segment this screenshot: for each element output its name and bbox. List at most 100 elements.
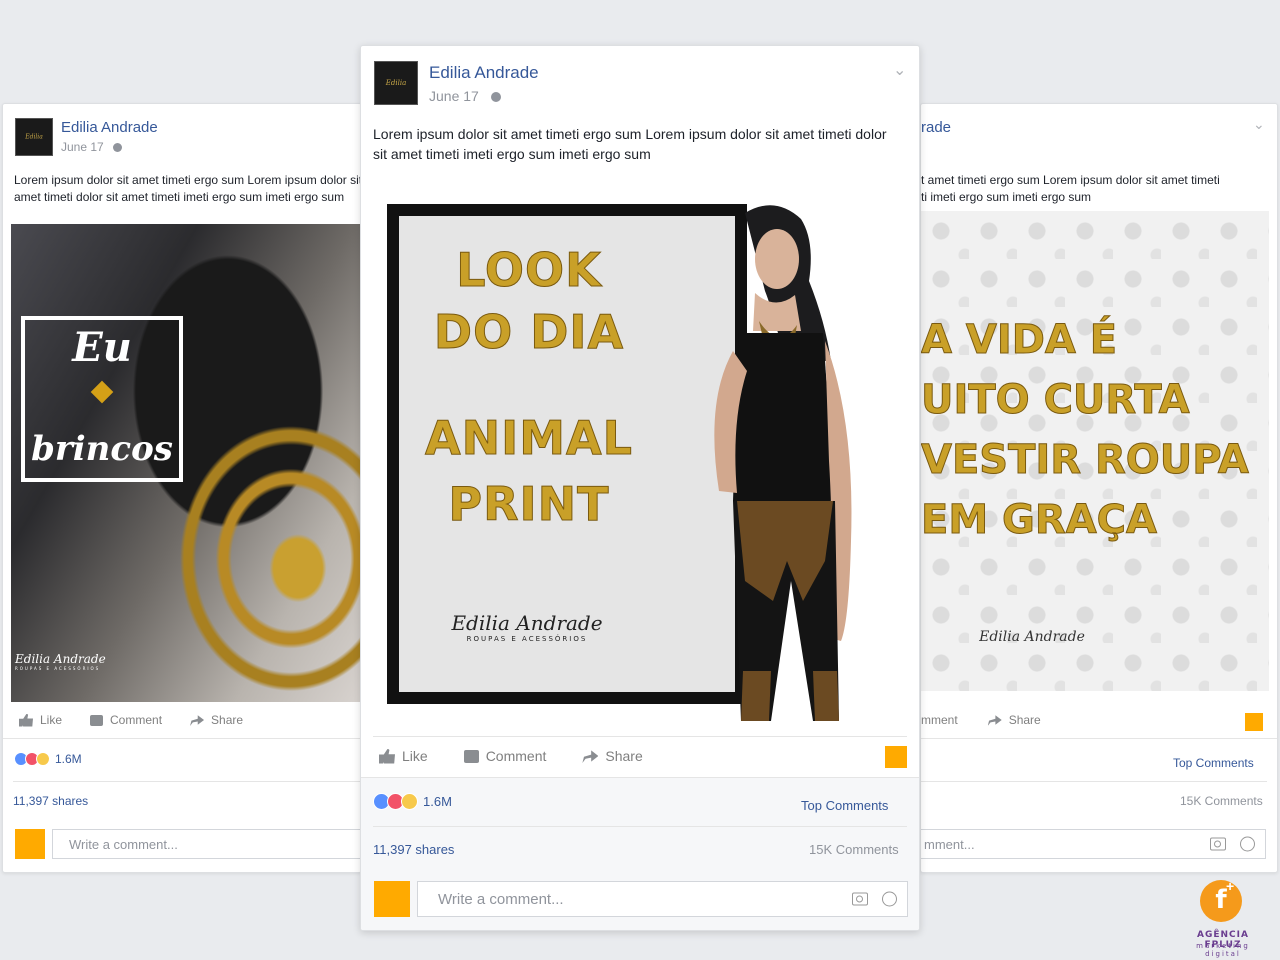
reaction-count: 1.6M <box>55 752 82 766</box>
post-text: t amet timeti ergo sum Lorem ipsum dolor… <box>921 172 1261 206</box>
quote-line-3: VESTIR ROUPA <box>921 437 1249 484</box>
comment-placeholder: mment... <box>924 836 975 852</box>
post-image-look-do-dia[interactable]: LOOK DO DIA ANIMAL PRINT Edilia Andrade … <box>387 201 881 721</box>
comment-button[interactable]: mment <box>921 713 958 727</box>
page-name[interactable]: Edilia Andrade <box>429 63 539 83</box>
action-bar: Like Comment Share <box>379 748 643 764</box>
top-comments-link[interactable]: Top Comments <box>801 798 888 813</box>
comment-placeholder: Write a comment... <box>438 890 564 908</box>
comment-input[interactable]: Write a comment... <box>417 881 908 917</box>
comments-count[interactable]: 15K Comments <box>809 842 899 857</box>
brand-signature-text: Edilia Andrade <box>979 629 1085 645</box>
divider <box>921 781 1267 782</box>
look-text-line-4: PRINT <box>448 477 610 532</box>
post-date[interactable]: June 17 <box>429 88 501 104</box>
commenter-avatar <box>15 829 45 859</box>
post-text: Lorem ipsum dolor sit amet timeti ergo s… <box>373 126 887 162</box>
like-label: Like <box>402 748 428 764</box>
chevron-down-icon[interactable]: ⌄ <box>893 60 906 80</box>
post-date[interactable]: June 17 <box>61 140 123 154</box>
emoji-icon[interactable] <box>1240 836 1255 852</box>
post-date-text: June 17 <box>429 88 479 104</box>
share-button[interactable]: Share <box>987 713 1041 727</box>
page-name[interactable]: Edilia Andrade <box>61 119 158 136</box>
divider <box>373 826 907 827</box>
shares-link[interactable]: 11,397 shares <box>13 794 88 808</box>
quote-line-2: UITO CURTA <box>921 377 1190 424</box>
model-photo <box>714 205 852 721</box>
wow-reaction-icon <box>36 752 50 766</box>
brand-signature-text: Edilia Andrade <box>15 652 106 666</box>
wow-reaction-icon <box>401 793 418 810</box>
agency-tagline: marketing digital <box>1196 942 1250 958</box>
agency-plus: + <box>1226 878 1235 894</box>
post-card-right: rade ⌄ t amet timeti ergo sum Lorem ipsu… <box>920 103 1278 873</box>
reaction-button[interactable] <box>1245 713 1263 731</box>
brand-signature: Edilia Andrade <box>977 629 1087 645</box>
camera-icon[interactable] <box>1210 837 1226 851</box>
agency-logo: f + AGÊNCIA FPLUZ marketing digital <box>1178 878 1268 958</box>
page-avatar[interactable]: Edilia <box>15 118 53 156</box>
like-icon <box>379 748 395 764</box>
look-text-line-3: ANIMAL <box>425 411 633 466</box>
chevron-down-icon[interactable]: ⌄ <box>1253 116 1265 133</box>
divider <box>13 781 361 782</box>
reaction-summary[interactable]: 1.6M <box>373 793 452 810</box>
comment-label: Comment <box>485 748 547 764</box>
brand-signature-text: Edilia Andrade <box>451 611 603 635</box>
post-image-quote[interactable]: A VIDA É UITO CURTA VESTIR ROUPA EM GRAÇ… <box>921 211 1269 691</box>
comment-button[interactable]: Comment <box>463 748 547 764</box>
action-bar: Like Comment Share <box>19 713 243 727</box>
action-bar: mment Share <box>921 713 1041 727</box>
camera-icon[interactable] <box>852 892 868 906</box>
post-text-line-2: ti imeti ergo sum imeti ergo sum <box>921 189 1092 204</box>
look-text-line-1: LOOK <box>456 243 602 298</box>
comment-input[interactable]: mment... <box>921 829 1266 859</box>
post-image-earrings[interactable]: Eu brincos Edilia Andrade ROUPAS E ACESS… <box>11 224 361 702</box>
comment-icon <box>90 714 104 726</box>
like-button[interactable]: Like <box>379 748 428 764</box>
avatar-logo: Edilia <box>25 133 43 141</box>
reaction-button[interactable] <box>885 746 907 768</box>
post-date-text: June 17 <box>61 140 104 154</box>
share-label: Share <box>211 713 244 727</box>
shares-link[interactable]: 11,397 shares <box>373 842 454 857</box>
image-text-eu: Eu <box>72 324 132 371</box>
brand-signature: Edilia Andrade ROUPAS E ACESSÓRIOS <box>437 611 617 643</box>
like-label: Like <box>40 713 63 727</box>
brand-signature-sub: ROUPAS E ACESSÓRIOS <box>15 666 101 671</box>
reaction-summary[interactable]: 1.6M <box>14 752 82 766</box>
share-label: Share <box>605 748 643 764</box>
reaction-count: 1.6M <box>423 794 452 809</box>
share-icon <box>987 715 1002 726</box>
agency-mark-text: f <box>1215 885 1227 915</box>
like-icon <box>19 713 33 727</box>
share-button[interactable]: Share <box>582 748 643 764</box>
divider <box>3 738 361 739</box>
top-comments-link[interactable]: Top Comments <box>1173 756 1254 770</box>
comment-button[interactable]: Comment <box>90 713 162 727</box>
quote-line-1: A VIDA É <box>921 317 1118 364</box>
emoji-icon[interactable] <box>882 891 897 907</box>
comment-box-icons <box>852 891 897 907</box>
share-icon <box>190 715 205 726</box>
look-text-line-2: DO DIA <box>433 305 625 360</box>
brand-signature: Edilia Andrade ROUPAS E ACESSÓRIOS <box>15 652 106 671</box>
post-card-left: Edilia Edilia Andrade June 17 Lorem ipsu… <box>2 103 362 873</box>
share-icon <box>582 750 599 763</box>
brand-signature-sub: ROUPAS E ACESSÓRIOS <box>466 635 588 643</box>
commenter-avatar <box>374 881 410 917</box>
share-label: Share <box>1008 713 1041 727</box>
page-name[interactable]: rade <box>921 119 951 136</box>
globe-icon <box>490 92 501 103</box>
quote-line-4: EM GRAÇA <box>921 497 1157 544</box>
post-text: Lorem ipsum dolor sit amet timeti ergo s… <box>14 173 362 204</box>
agency-mark-icon: f <box>1200 880 1242 922</box>
page-avatar[interactable]: Edilia <box>374 61 418 105</box>
comment-input[interactable]: Write a comment... <box>52 829 361 859</box>
share-button[interactable]: Share <box>190 713 243 727</box>
comment-box-icons <box>1210 836 1255 852</box>
comment-label: Comment <box>110 713 163 727</box>
comments-count[interactable]: 15K Comments <box>1180 794 1263 808</box>
like-button[interactable]: Like <box>19 713 62 727</box>
